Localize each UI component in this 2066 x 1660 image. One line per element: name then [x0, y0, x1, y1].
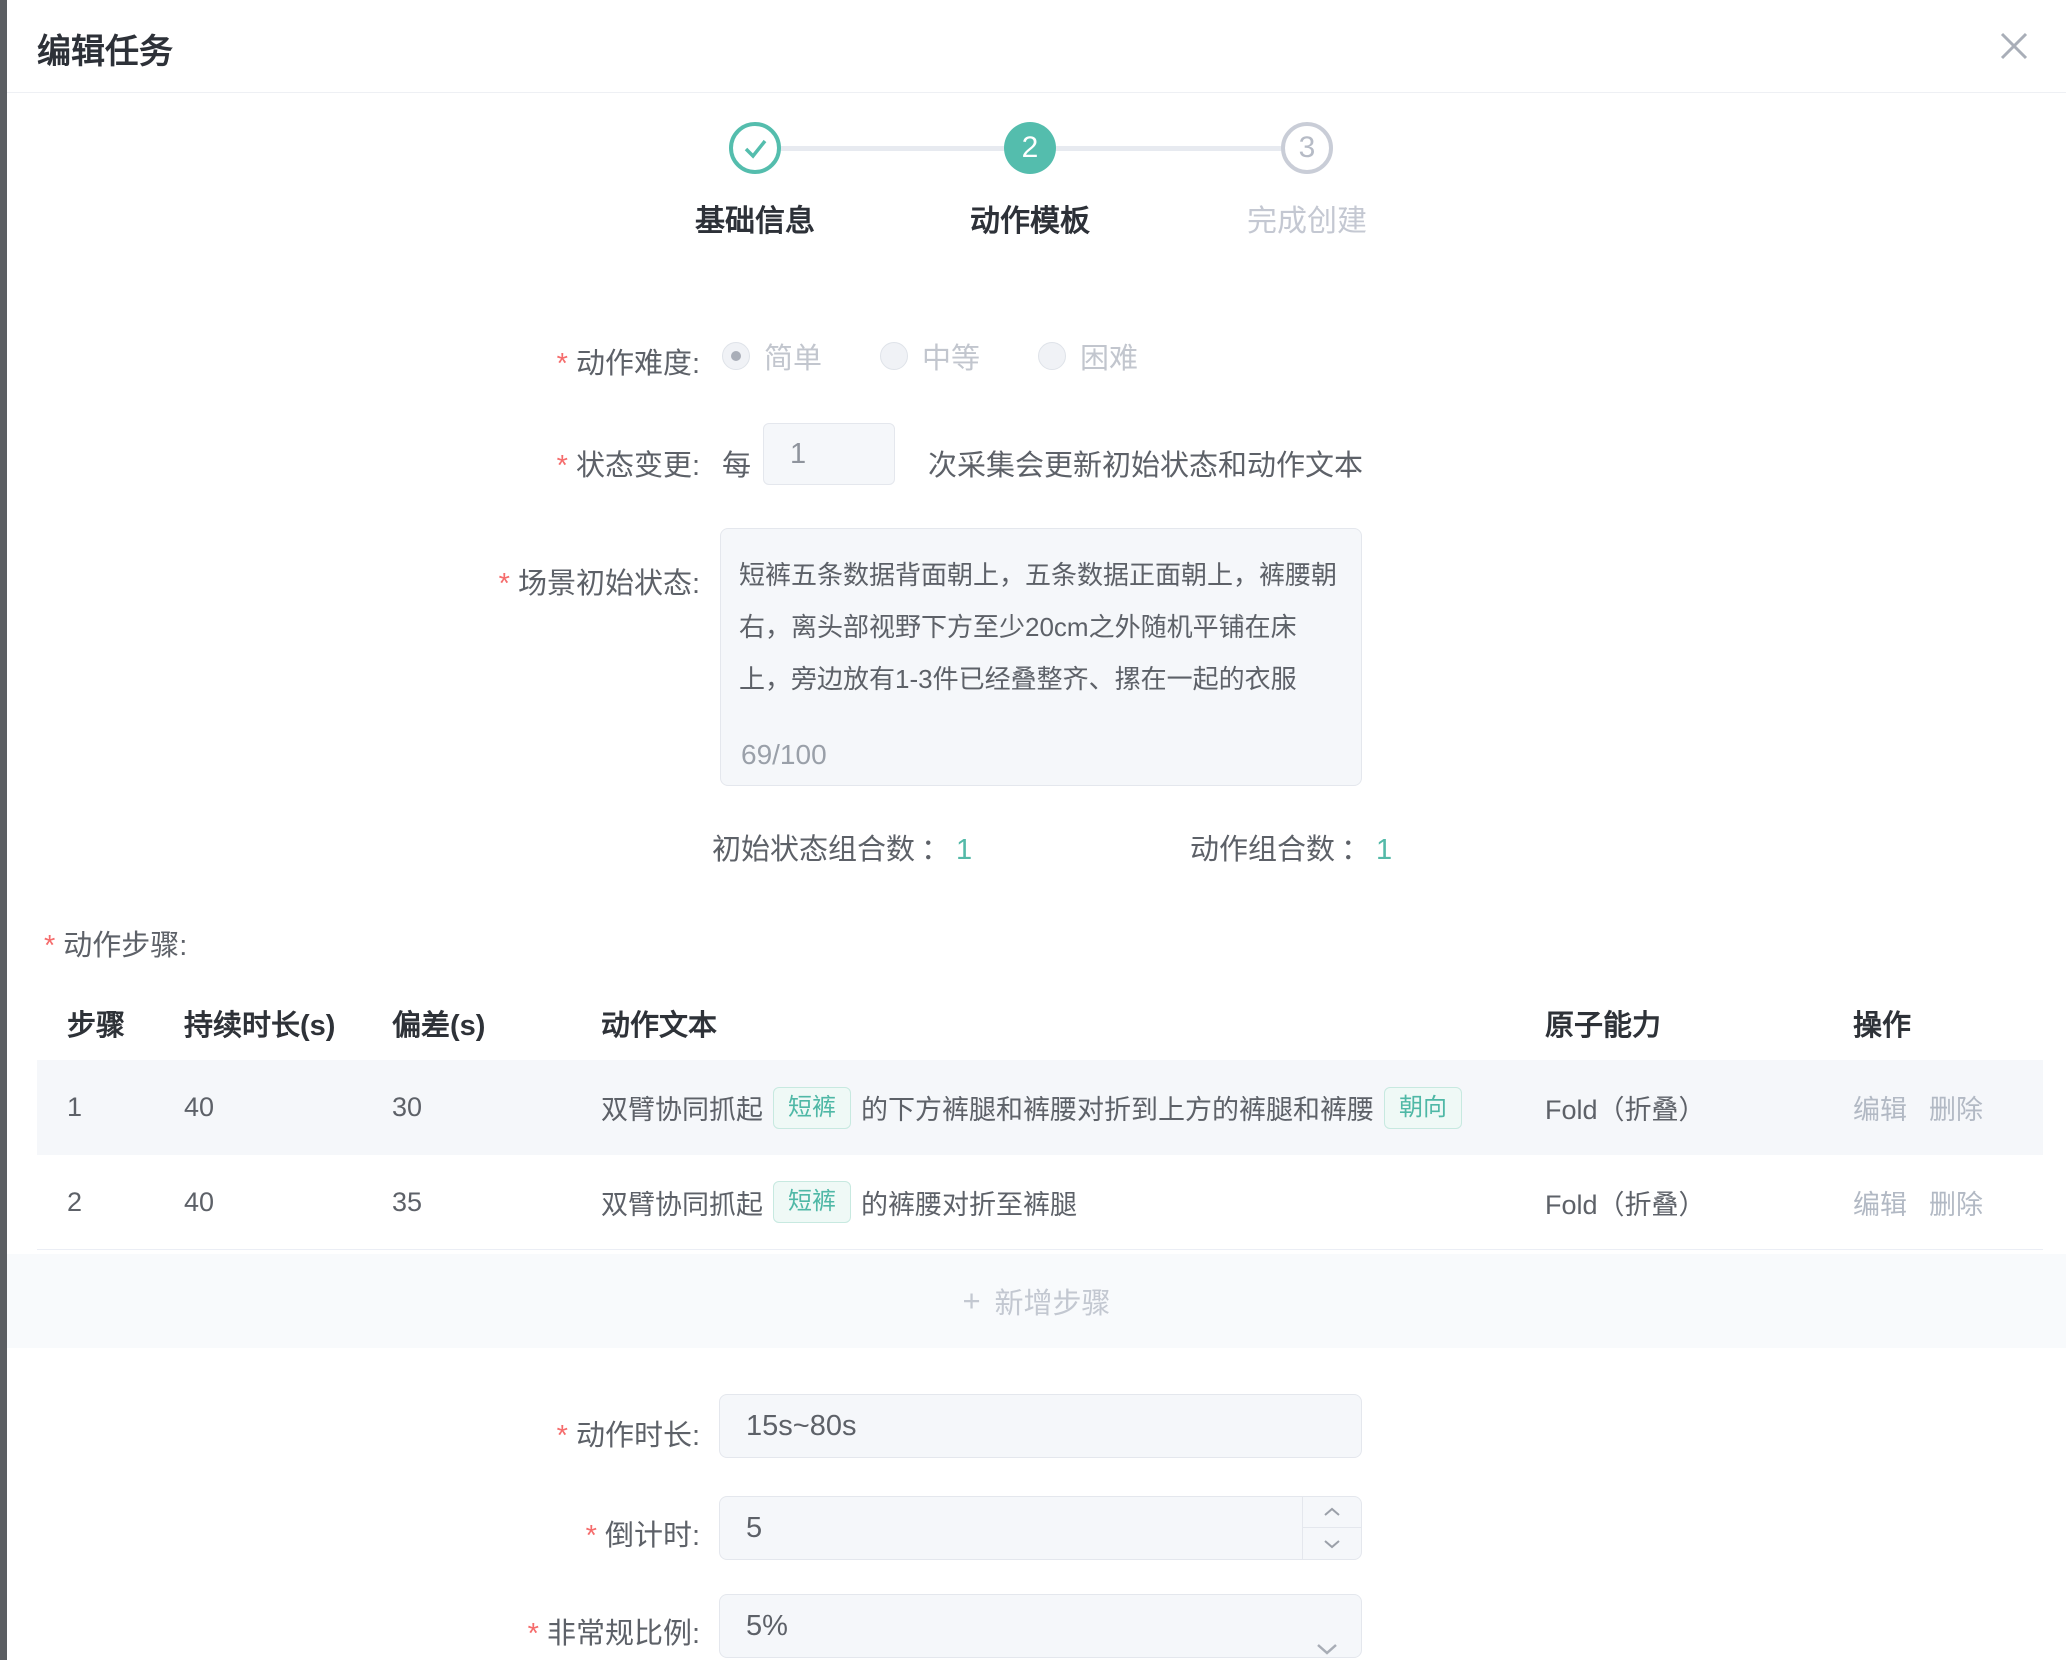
cell-operations: 编辑 删除 [1853, 1088, 2043, 1127]
char-counter: 69/100 [741, 739, 827, 771]
required-marker: * [528, 1618, 539, 1650]
action-steps-table: 步骤 持续时长(s) 偏差(s) 动作文本 原子能力 操作 1 40 30 双臂… [37, 985, 2043, 1250]
radio-dot-hard [1038, 342, 1066, 370]
step-1-circle [729, 122, 781, 174]
step-2-label: 动作模板 [910, 196, 1150, 240]
select-chevron-down-icon [1315, 1616, 1339, 1660]
step-1-label: 基础信息 [635, 196, 875, 240]
radio-option-medium[interactable]: 中等 [880, 335, 980, 377]
edit-task-dialog: 编辑任务 2 3 基础信息 动作模板 完成创建 *动作难度: [0, 0, 2066, 1660]
cell-step: 1 [67, 1092, 184, 1123]
cell-action-text: 双臂协同抓起 短裤 的裤腰对折至裤腿 [601, 1181, 1545, 1223]
table-row: 1 40 30 双臂协同抓起 短裤 的下方裤腿和裤腰对折到上方的裤腿和裤腰 朝向… [37, 1060, 2043, 1155]
required-marker: * [557, 450, 568, 482]
difficulty-radio-group: 简单 中等 困难 [722, 338, 1196, 374]
step-connector-2 [1056, 146, 1281, 151]
dialog-title: 编辑任务 [37, 24, 173, 73]
required-marker: * [557, 1420, 568, 1452]
cell-deviation: 30 [392, 1092, 601, 1123]
step-3-circle: 3 [1281, 122, 1333, 174]
radio-option-hard[interactable]: 困难 [1038, 335, 1138, 377]
check-icon [733, 126, 777, 170]
state-change-label: *状态变更: [380, 442, 700, 484]
step-connector-1 [781, 146, 1004, 151]
initial-state-label: *场景初始状态: [340, 560, 700, 602]
initial-state-textarea[interactable]: 短裤五条数据背面朝上，五条数据正面朝上，裤腰朝右，离头部视野下方至少20cm之外… [720, 528, 1362, 786]
required-marker: * [586, 1520, 597, 1552]
step-3-number: 3 [1299, 131, 1316, 165]
header-step: 步骤 [67, 1002, 184, 1044]
delete-link[interactable]: 删除 [1929, 1183, 1983, 1222]
header-operations: 操作 [1853, 1002, 2043, 1044]
table-header-row: 步骤 持续时长(s) 偏差(s) 动作文本 原子能力 操作 [37, 985, 2043, 1060]
radio-dot-easy [722, 342, 750, 370]
delete-link[interactable]: 删除 [1929, 1088, 1983, 1127]
step-2-circle: 2 [1004, 122, 1056, 174]
increment-button[interactable] [1303, 1497, 1361, 1528]
initial-combo-value: 1 [956, 834, 972, 866]
action-combo-count: 动作组合数：1 [1190, 826, 1392, 868]
unusual-ratio-value: 5% [746, 1610, 788, 1642]
action-steps-label: *动作步骤: [44, 922, 187, 964]
action-duration-label: *动作时长: [380, 1412, 700, 1454]
cell-operations: 编辑 删除 [1853, 1183, 2043, 1222]
unusual-ratio-select[interactable]: 5% [719, 1594, 1362, 1658]
edit-link[interactable]: 编辑 [1853, 1183, 1907, 1222]
dialog-header: 编辑任务 [7, 0, 2066, 93]
required-marker: * [499, 568, 510, 600]
chevron-down-icon [1323, 1539, 1341, 1549]
add-step-label: 新增步骤 [995, 1280, 1111, 1322]
backdrop-edge [0, 0, 7, 1660]
radio-label-medium: 中等 [922, 335, 980, 377]
header-action-text: 动作文本 [601, 1002, 1545, 1044]
required-marker: * [557, 348, 568, 380]
initial-combo-count: 初始状态组合数：1 [712, 826, 972, 868]
state-change-input[interactable]: 1 [763, 423, 895, 485]
object-tag: 短裤 [773, 1087, 851, 1129]
state-change-prefix: 每 [722, 442, 751, 484]
object-tag: 短裤 [773, 1181, 851, 1223]
initial-state-value: 短裤五条数据背面朝上，五条数据正面朝上，裤腰朝右，离头部视野下方至少20cm之外… [739, 549, 1345, 705]
cell-step: 2 [67, 1187, 184, 1218]
radio-dot-medium [880, 342, 908, 370]
countdown-value: 5 [746, 1512, 762, 1544]
plus-icon: + [962, 1283, 980, 1319]
header-atomic-ability: 原子能力 [1545, 1002, 1853, 1044]
header-deviation: 偏差(s) [392, 1002, 601, 1044]
unusual-ratio-label: *非常规比例: [340, 1610, 700, 1652]
cell-duration: 40 [184, 1092, 392, 1123]
cell-action-text: 双臂协同抓起 短裤 的下方裤腿和裤腰对折到上方的裤腿和裤腰 朝向 [601, 1087, 1545, 1129]
radio-label-easy: 简单 [764, 335, 822, 377]
chevron-up-icon [1323, 1507, 1341, 1517]
cell-atomic-ability: Fold（折叠） [1545, 1183, 1853, 1222]
radio-label-hard: 困难 [1080, 335, 1138, 377]
countdown-input[interactable]: 5 [719, 1496, 1362, 1560]
step-3-label: 完成创建 [1187, 196, 1427, 240]
table-row: 2 40 35 双臂协同抓起 短裤 的裤腰对折至裤腿 Fold（折叠） 编辑 删… [37, 1155, 2043, 1250]
action-duration-input[interactable]: 15s~80s [719, 1394, 1362, 1458]
close-button[interactable] [1988, 20, 2040, 72]
header-duration: 持续时长(s) [184, 1002, 392, 1044]
state-change-suffix: 次采集会更新初始状态和动作文本 [928, 442, 1363, 484]
cell-atomic-ability: Fold（折叠） [1545, 1088, 1853, 1127]
edit-link[interactable]: 编辑 [1853, 1088, 1907, 1127]
add-step-button[interactable]: + 新增步骤 [7, 1254, 2066, 1348]
step-2-number: 2 [1022, 131, 1039, 165]
decrement-button[interactable] [1303, 1528, 1361, 1559]
difficulty-label: *动作难度: [380, 340, 700, 382]
cell-duration: 40 [184, 1187, 392, 1218]
radio-option-easy[interactable]: 简单 [722, 335, 822, 377]
cell-deviation: 35 [392, 1187, 601, 1218]
action-combo-value: 1 [1376, 834, 1392, 866]
required-marker: * [44, 930, 55, 962]
close-icon [1994, 26, 2034, 66]
orientation-tag: 朝向 [1384, 1087, 1462, 1129]
number-stepper [1302, 1497, 1361, 1559]
countdown-label: *倒计时: [380, 1512, 700, 1554]
